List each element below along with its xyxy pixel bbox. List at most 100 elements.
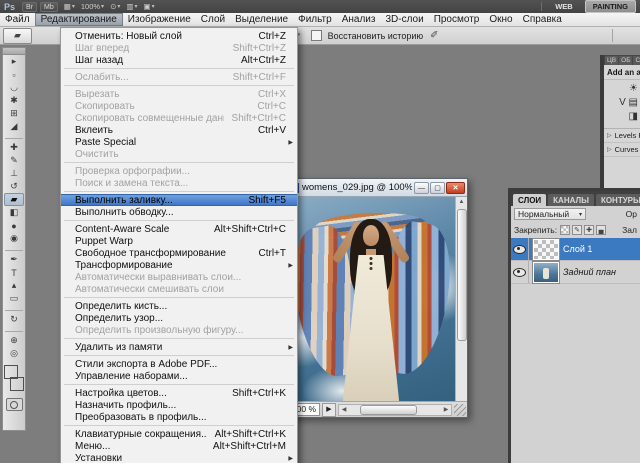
- status-info-button[interactable]: ▶: [322, 403, 336, 417]
- edit-menu-item-30[interactable]: Меню...Alt+Shift+Ctrl+M: [61, 440, 297, 452]
- 3d-rotate-tool[interactable]: ↻: [5, 310, 23, 326]
- tool-preset-picker[interactable]: ▰: [3, 28, 32, 44]
- zoom-tool[interactable]: ◎: [4, 347, 24, 360]
- edit-menu-item-13[interactable]: Выполнить обводку...: [61, 206, 297, 218]
- brush-panel-toggle-icon[interactable]: ✐: [430, 30, 438, 41]
- horizontal-scroll-track[interactable]: [349, 405, 441, 415]
- adjustment-preset-1[interactable]: ▷Curves: [604, 143, 640, 157]
- zoom-level-button[interactable]: 100%▾: [81, 2, 104, 11]
- gradient-tool[interactable]: ◧: [4, 206, 24, 219]
- quick-selection-tool[interactable]: ✱: [4, 94, 24, 107]
- scroll-right-icon[interactable]: ▶: [441, 406, 451, 413]
- exposure-icon[interactable]: ◨: [604, 108, 640, 122]
- adjustment-preset-0[interactable]: ▷Levels P: [604, 129, 640, 143]
- clone-stamp-tool[interactable]: ⊥: [4, 167, 24, 180]
- history-brush-tool[interactable]: ↺: [4, 180, 24, 193]
- foreground-color-swatch[interactable]: [4, 365, 18, 379]
- dodge-tool[interactable]: ◉: [4, 232, 24, 245]
- lock-transparency-icon[interactable]: [560, 225, 570, 235]
- layer-thumbnail[interactable]: [533, 262, 559, 283]
- lock-all-icon[interactable]: ▄: [596, 225, 606, 235]
- layer-row-0[interactable]: Слой 1: [511, 238, 640, 261]
- menubar-item-4[interactable]: Выделение: [230, 13, 293, 26]
- menubar-item-1[interactable]: Редактирование: [35, 13, 123, 26]
- edit-menu-item-8[interactable]: Paste Special▶: [61, 136, 297, 148]
- maximize-button[interactable]: ▢: [430, 182, 445, 194]
- menubar-item-6[interactable]: Анализ: [337, 13, 381, 26]
- panel-tab-контуры[interactable]: КОНТУРЫ: [596, 194, 640, 206]
- scroll-up-icon[interactable]: ▲: [459, 197, 465, 207]
- edit-menu-item-25[interactable]: Управление наборами...: [61, 370, 297, 382]
- edit-menu-item-7[interactable]: ВклеитьCtrl+V: [61, 124, 297, 136]
- hand-rotate-button[interactable]: ⊙▾: [110, 2, 120, 11]
- menubar-item-7[interactable]: 3D-слои: [380, 13, 428, 26]
- background-color-swatch[interactable]: [10, 377, 24, 391]
- bridge-button[interactable]: Br: [22, 2, 37, 12]
- edit-menu-item-16[interactable]: Свободное трансформированиеCtrl+T: [61, 247, 297, 259]
- blur-tool[interactable]: ●: [4, 219, 24, 232]
- layer-visibility-toggle[interactable]: [511, 261, 529, 283]
- mini-bridge-button[interactable]: Mb: [40, 2, 58, 12]
- edit-menu-item-21[interactable]: Определить узор...: [61, 312, 297, 324]
- resize-grip[interactable]: [454, 404, 466, 416]
- blend-mode-select[interactable]: Нормальный ▾: [514, 208, 586, 220]
- edit-menu-item-15[interactable]: Puppet Warp: [61, 235, 297, 247]
- screen-mode-button[interactable]: ▣▾: [143, 2, 154, 11]
- edit-menu-item-12[interactable]: Выполнить заливку...Shift+F5: [61, 194, 297, 206]
- edit-menu-item-20[interactable]: Определить кисть...: [61, 300, 297, 312]
- levels-icon[interactable]: V ▤: [604, 94, 640, 108]
- edit-menu-item-24[interactable]: Стили экспорта в Adobe PDF...: [61, 358, 297, 370]
- path-selection-tool[interactable]: ▴: [4, 279, 24, 292]
- hand-tool[interactable]: ⊕: [5, 331, 23, 347]
- edit-menu-item-14[interactable]: Content-Aware ScaleAlt+Shift+Ctrl+C: [61, 223, 297, 235]
- adjustments-tab-2[interactable]: СТ: [633, 56, 640, 65]
- marquee-tool[interactable]: ▫: [4, 68, 24, 81]
- healing-brush-tool[interactable]: ✚: [5, 138, 23, 154]
- minimize-button[interactable]: —: [414, 182, 429, 194]
- edit-menu-item-26[interactable]: Настройка цветов...Shift+Ctrl+K: [61, 387, 297, 399]
- crop-tool[interactable]: ⊞: [4, 107, 24, 120]
- pen-tool[interactable]: ✒: [5, 250, 23, 266]
- arrange-documents-button[interactable]: ▥▾: [126, 2, 137, 11]
- edit-menu-item-27[interactable]: Назначить профиль...: [61, 399, 297, 411]
- view-extras-button[interactable]: ▦▾: [64, 2, 75, 11]
- menubar-item-8[interactable]: Просмотр: [429, 13, 485, 26]
- layer-visibility-toggle[interactable]: [511, 238, 529, 260]
- lock-position-icon[interactable]: ✚: [584, 225, 594, 235]
- document-titlebar[interactable]: Ps womens_029.jpg @ 100% (Слой ... — ▢ ✕: [287, 179, 467, 197]
- edit-menu-item-2[interactable]: Шаг назадAlt+Ctrl+Z: [61, 54, 297, 66]
- eraser-tool[interactable]: ▰: [4, 193, 24, 206]
- toolbar-grip[interactable]: [3, 48, 25, 55]
- brush-tool[interactable]: ✎: [4, 154, 24, 167]
- lasso-tool[interactable]: ◡: [4, 81, 24, 94]
- menubar-item-0[interactable]: Файл: [0, 13, 35, 26]
- erase-to-history-checkbox[interactable]: [311, 30, 322, 41]
- workspace-painting[interactable]: PAINTING: [585, 0, 636, 13]
- layer-row-1[interactable]: Задний план: [511, 261, 640, 284]
- quick-mask-button[interactable]: [6, 398, 23, 411]
- menubar-item-2[interactable]: Изображение: [123, 13, 196, 26]
- type-tool[interactable]: T: [4, 266, 24, 279]
- panel-tab-каналы[interactable]: КАНАЛЫ: [548, 194, 594, 206]
- edit-menu-item-29[interactable]: Клавиатурные сокращения...Alt+Shift+Ctrl…: [61, 428, 297, 440]
- horizontal-scroll-thumb[interactable]: [360, 405, 417, 415]
- menubar-item-3[interactable]: Слой: [196, 13, 230, 26]
- edit-menu-item-28[interactable]: Преобразовать в профиль...: [61, 411, 297, 423]
- vertical-scrollbar[interactable]: ▲: [455, 197, 467, 401]
- menubar-item-9[interactable]: Окно: [484, 13, 517, 26]
- adjustments-tab-1[interactable]: ОБ: [619, 56, 632, 65]
- edit-menu-item-0[interactable]: Отменить: Новый слойCtrl+Z: [61, 30, 297, 42]
- panel-tab-слои[interactable]: СЛОИ: [513, 194, 546, 206]
- shape-tool[interactable]: ▭: [4, 292, 24, 305]
- vertical-scroll-thumb[interactable]: [457, 209, 467, 341]
- edit-menu-item-17[interactable]: Трансформирование▶: [61, 259, 297, 271]
- brightness-contrast-icon[interactable]: ☀: [604, 80, 640, 94]
- menubar-item-10[interactable]: Справка: [518, 13, 567, 26]
- menubar-item-5[interactable]: Фильтр: [293, 13, 337, 26]
- layer-thumbnail[interactable]: [533, 239, 559, 260]
- edit-menu-item-23[interactable]: Удалить из памяти▶: [61, 341, 297, 353]
- eyedropper-tool[interactable]: ◢: [4, 120, 24, 133]
- close-button[interactable]: ✕: [446, 182, 465, 194]
- workspace-web[interactable]: WEB: [548, 1, 580, 12]
- canvas-image[interactable]: [287, 197, 455, 401]
